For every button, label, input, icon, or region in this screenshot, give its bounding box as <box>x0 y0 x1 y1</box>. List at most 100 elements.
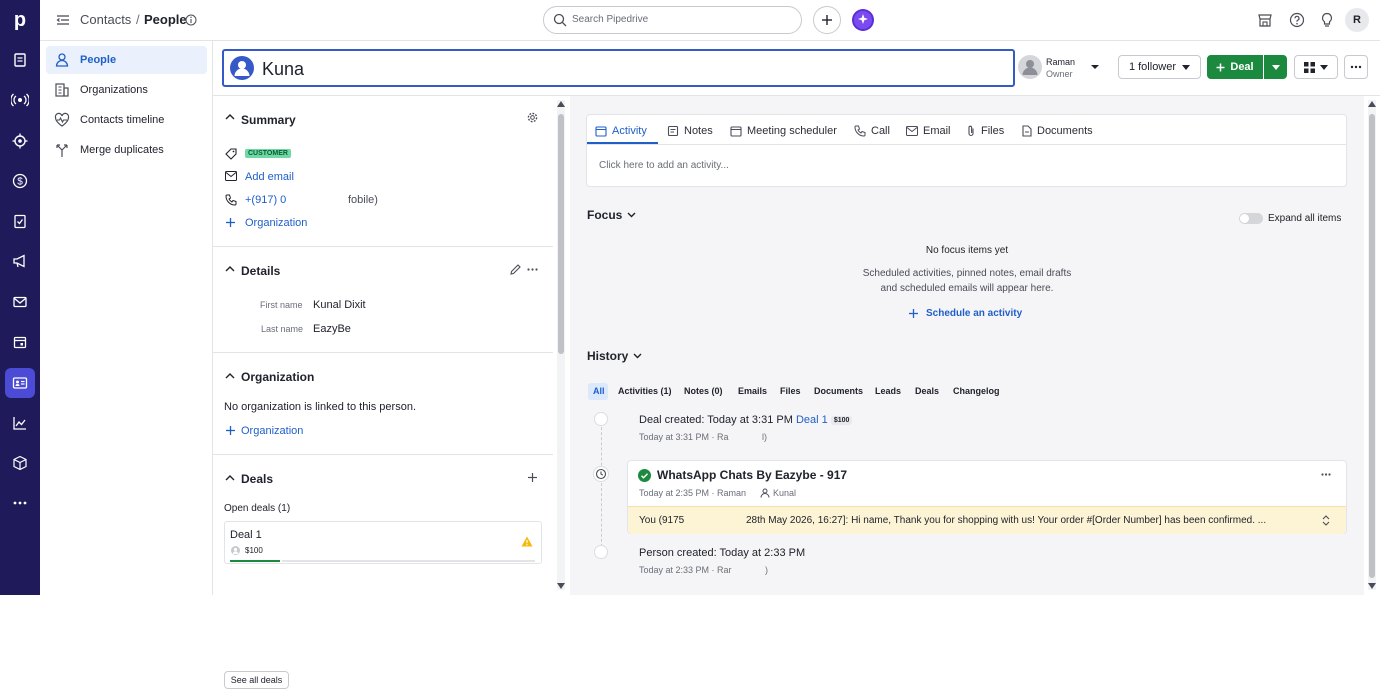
sidebar-item-organizations[interactable]: Organizations <box>46 76 207 104</box>
scroll-down-icon[interactable] <box>1368 582 1376 590</box>
schedule-activity-link[interactable]: Schedule an activity <box>909 308 1022 319</box>
expand-all-toggle[interactable] <box>1239 213 1263 224</box>
link-organization-link[interactable]: Organization <box>241 425 303 437</box>
dollar-icon[interactable]: $ <box>5 166 35 196</box>
tasks-icon[interactable] <box>5 206 35 236</box>
person-created-time: : Today at 2:33 PM <box>713 547 806 559</box>
add-deal-icon[interactable] <box>528 473 537 482</box>
box-icon[interactable] <box>5 448 35 478</box>
info-icon[interactable] <box>185 14 197 26</box>
see-all-deals-button[interactable]: See all deals <box>224 671 289 689</box>
tab-label: Files <box>981 125 1005 137</box>
schedule-activity-label: Schedule an activity <box>926 308 1023 319</box>
chevron-down-icon <box>1320 64 1328 70</box>
follower-button[interactable]: 1 follower <box>1118 55 1201 79</box>
check-circle-icon[interactable] <box>638 469 651 482</box>
breadcrumb-contacts[interactable]: Contacts <box>80 12 131 27</box>
ai-assistant-icon[interactable] <box>849 6 877 34</box>
edit-pencil-icon[interactable] <box>510 264 521 275</box>
megaphone-icon[interactable] <box>5 246 35 276</box>
tab-call[interactable]: Call <box>854 125 890 137</box>
contacts-icon[interactable] <box>5 368 35 398</box>
tab-email[interactable]: Email <box>906 125 951 137</box>
tab-meeting-scheduler[interactable]: Meeting scheduler <box>730 125 837 137</box>
add-organization-link[interactable]: Organization <box>245 217 307 229</box>
filter-files[interactable]: Files <box>780 386 801 396</box>
chevron-down-icon <box>633 353 642 359</box>
customer-label-badge[interactable]: CUSTOMER <box>245 149 291 158</box>
whatsapp-message-preview[interactable]: You (9175 28th May 2026, 16:27]: Hi name… <box>628 506 1346 534</box>
last-name-value[interactable]: EazyBe <box>313 323 351 335</box>
filter-activities[interactable]: Activities (1) <box>618 386 672 396</box>
activity-area: Activity Notes Meeting scheduler Call Em… <box>570 96 1364 595</box>
right-scrollbar[interactable] <box>1368 100 1376 590</box>
collapse-deals-icon[interactable] <box>225 475 235 481</box>
view-layout-button[interactable] <box>1294 55 1338 79</box>
scroll-up-icon[interactable] <box>1368 100 1376 108</box>
tab-files[interactable]: Files <box>966 125 1004 137</box>
collapse-summary-icon[interactable] <box>225 114 235 120</box>
help-icon[interactable] <box>1289 12 1305 28</box>
scroll-down-icon[interactable] <box>557 582 565 590</box>
collapse-organization-icon[interactable] <box>225 373 235 379</box>
sidebar-item-contacts-timeline[interactable]: Contacts timeline <box>46 106 207 134</box>
filter-deals[interactable]: Deals <box>915 386 939 396</box>
more-icon[interactable] <box>5 488 35 518</box>
details-more-icon[interactable] <box>527 268 538 271</box>
tab-notes[interactable]: Notes <box>667 125 713 137</box>
card-more-icon[interactable] <box>1321 473 1331 476</box>
filter-emails[interactable]: Emails <box>738 386 767 396</box>
filter-leads[interactable]: Leads <box>875 386 901 396</box>
filter-all[interactable]: All <box>593 386 605 396</box>
collapse-menu-icon[interactable] <box>56 13 70 27</box>
add-email-link[interactable]: Add email <box>245 171 294 183</box>
broadcast-icon[interactable] <box>5 85 35 115</box>
whatsapp-activity-card[interactable]: WhatsApp Chats By Eazybe - 917 Today at … <box>627 460 1347 534</box>
deal-link[interactable]: Deal 1 <box>796 414 828 426</box>
chevron-down-icon <box>1182 64 1191 70</box>
marketplace-icon[interactable] <box>1257 12 1273 28</box>
pipedrive-logo[interactable]: p <box>10 8 30 32</box>
owner-dropdown-icon[interactable] <box>1090 64 1100 70</box>
quick-add-button[interactable] <box>813 6 841 34</box>
add-activity-input[interactable]: Click here to add an activity... <box>599 160 729 171</box>
page-title: People <box>144 12 187 27</box>
user-avatar[interactable]: R <box>1345 8 1369 32</box>
middle-scrollbar-thumb[interactable] <box>558 114 564 354</box>
person-name-field[interactable]: Kuna <box>222 49 1015 87</box>
filter-documents[interactable]: Documents <box>814 386 863 396</box>
phone-link[interactable]: +(917) 0 <box>245 194 286 206</box>
timeline-dot <box>594 412 608 426</box>
deal-options-button[interactable] <box>1264 55 1287 79</box>
filter-changelog[interactable]: Changelog <box>953 386 1000 396</box>
expand-collapse-icon[interactable] <box>1322 515 1330 526</box>
mail-icon[interactable] <box>5 287 35 317</box>
plus-icon <box>1216 63 1225 71</box>
settings-gear-icon[interactable] <box>527 112 538 123</box>
history-toggle[interactable]: History <box>587 349 642 363</box>
tab-activity[interactable]: Activity <box>595 125 647 137</box>
right-scrollbar-thumb[interactable] <box>1369 114 1375 578</box>
deal-created-meta: Today at 3:31 PM · Ra <box>639 432 729 442</box>
middle-scrollbar[interactable] <box>557 100 565 590</box>
leads-icon[interactable] <box>5 45 35 75</box>
collapse-details-icon[interactable] <box>225 266 235 272</box>
filter-notes[interactable]: Notes (0) <box>684 386 723 396</box>
deal-card[interactable]: Deal 1 $100 <box>224 521 542 564</box>
focus-toggle[interactable]: Focus <box>587 208 636 222</box>
owner-avatar[interactable] <box>1018 55 1042 79</box>
sidebar-item-people[interactable]: People <box>46 46 207 74</box>
more-actions-button[interactable] <box>1344 55 1368 79</box>
first-name-value[interactable]: Kunal Dixit <box>313 299 366 311</box>
tab-label: Meeting scheduler <box>747 125 837 137</box>
chart-icon[interactable] <box>5 408 35 438</box>
sidebar-item-merge-duplicates[interactable]: Merge duplicates <box>46 136 207 164</box>
tab-documents[interactable]: Documents <box>1022 125 1093 137</box>
lightbulb-icon[interactable] <box>1319 12 1335 28</box>
target-icon[interactable] <box>5 126 35 156</box>
search-input[interactable]: Search Pipedrive <box>543 6 802 34</box>
mail-icon <box>906 126 918 136</box>
calendar-icon[interactable] <box>5 327 35 357</box>
add-deal-button[interactable]: Deal <box>1207 55 1263 79</box>
scroll-up-icon[interactable] <box>557 100 565 108</box>
